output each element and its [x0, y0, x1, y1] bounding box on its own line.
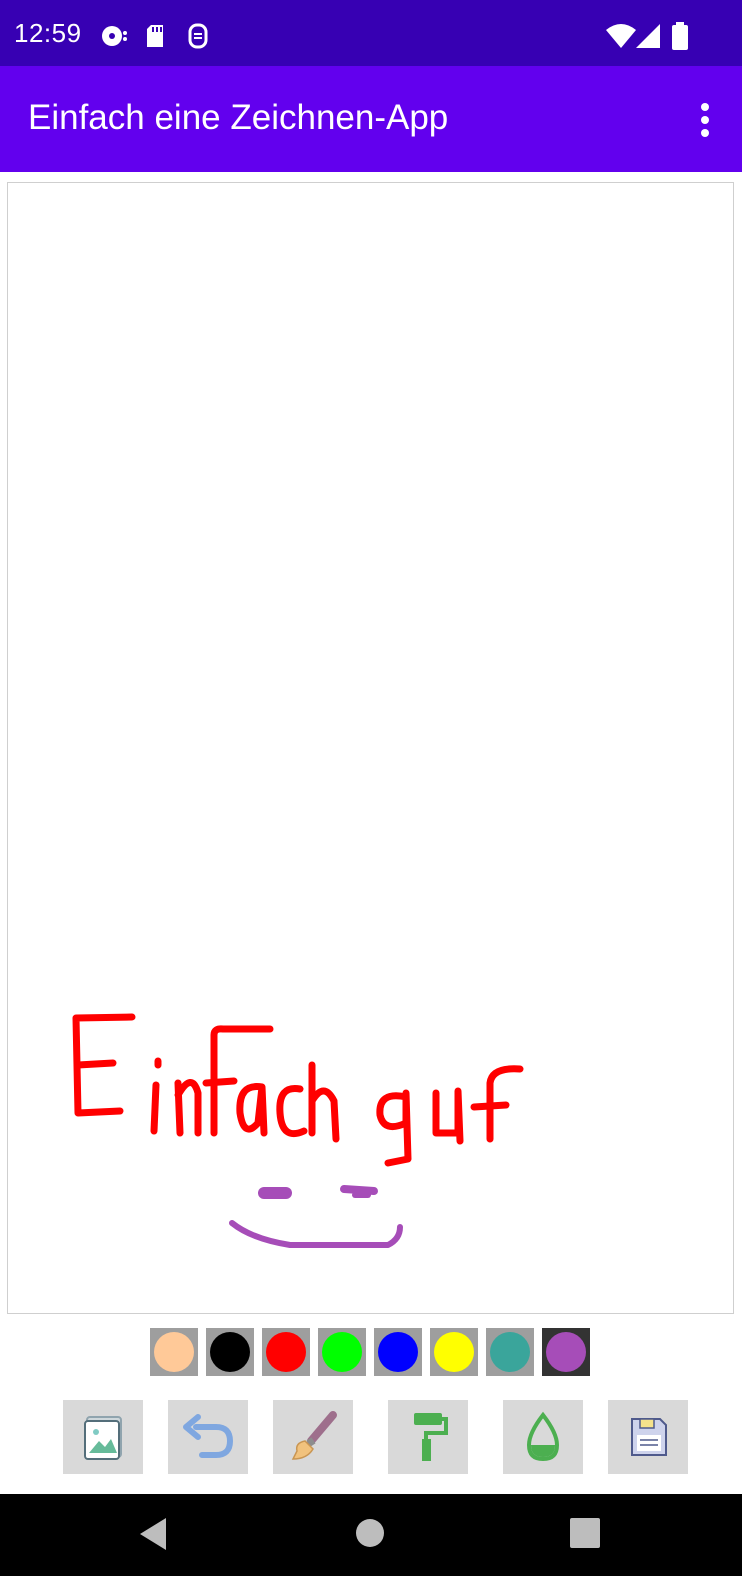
status-bar: 12:59: [0, 0, 742, 66]
drawing-layer: [72, 1013, 524, 1248]
gallery-icon: [84, 1416, 122, 1460]
media-icon: [102, 26, 127, 46]
fill-button[interactable]: [388, 1400, 468, 1474]
navigation-bar: [0, 1494, 742, 1576]
save-icon: [631, 1418, 667, 1456]
swatch-dot: [490, 1332, 530, 1372]
swatch-dot: [322, 1332, 362, 1372]
brush-button[interactable]: [273, 1400, 353, 1474]
smiley-drawing: [229, 1185, 403, 1248]
color-palette: [150, 1328, 590, 1376]
battery-icon: [672, 22, 688, 50]
gallery-button[interactable]: [63, 1400, 143, 1474]
drawing-canvas[interactable]: [7, 182, 734, 1314]
color-swatch-purple[interactable]: [542, 1328, 590, 1376]
undo-icon: [183, 1414, 234, 1458]
app-title: Einfach eine Zeichnen-App: [28, 98, 449, 137]
paint-roller-icon: [414, 1413, 448, 1461]
water-drop-icon: [526, 1411, 560, 1462]
color-swatch-blue[interactable]: [374, 1328, 422, 1376]
opacity-button[interactable]: [503, 1400, 583, 1474]
handwritten-text: [72, 1013, 524, 1167]
swatch-dot: [266, 1332, 306, 1372]
swatch-dot: [546, 1332, 586, 1372]
brush-icon: [291, 1411, 337, 1460]
color-swatch-skin[interactable]: [150, 1328, 198, 1376]
sync-icon: [188, 23, 208, 49]
more-vert-icon[interactable]: [690, 102, 720, 138]
save-button[interactable]: [608, 1400, 688, 1474]
color-swatch-green[interactable]: [318, 1328, 366, 1376]
app-bar: Einfach eine Zeichnen-App: [0, 66, 742, 172]
status-time: 12:59: [14, 18, 82, 48]
tool-bar: [0, 1400, 742, 1476]
back-icon[interactable]: [138, 1516, 170, 1552]
color-swatch-red[interactable]: [262, 1328, 310, 1376]
recents-icon[interactable]: [570, 1518, 600, 1548]
home-icon[interactable]: [355, 1518, 385, 1548]
color-swatch-yellow[interactable]: [430, 1328, 478, 1376]
swatch-dot: [434, 1332, 474, 1372]
signal-icon: [636, 24, 660, 48]
swatch-dot: [154, 1332, 194, 1372]
wifi-icon: [606, 24, 636, 48]
color-swatch-teal[interactable]: [486, 1328, 534, 1376]
swatch-dot: [378, 1332, 418, 1372]
undo-button[interactable]: [168, 1400, 248, 1474]
swatch-dot: [210, 1332, 250, 1372]
sd-card-icon: [147, 25, 163, 47]
color-swatch-black[interactable]: [206, 1328, 254, 1376]
